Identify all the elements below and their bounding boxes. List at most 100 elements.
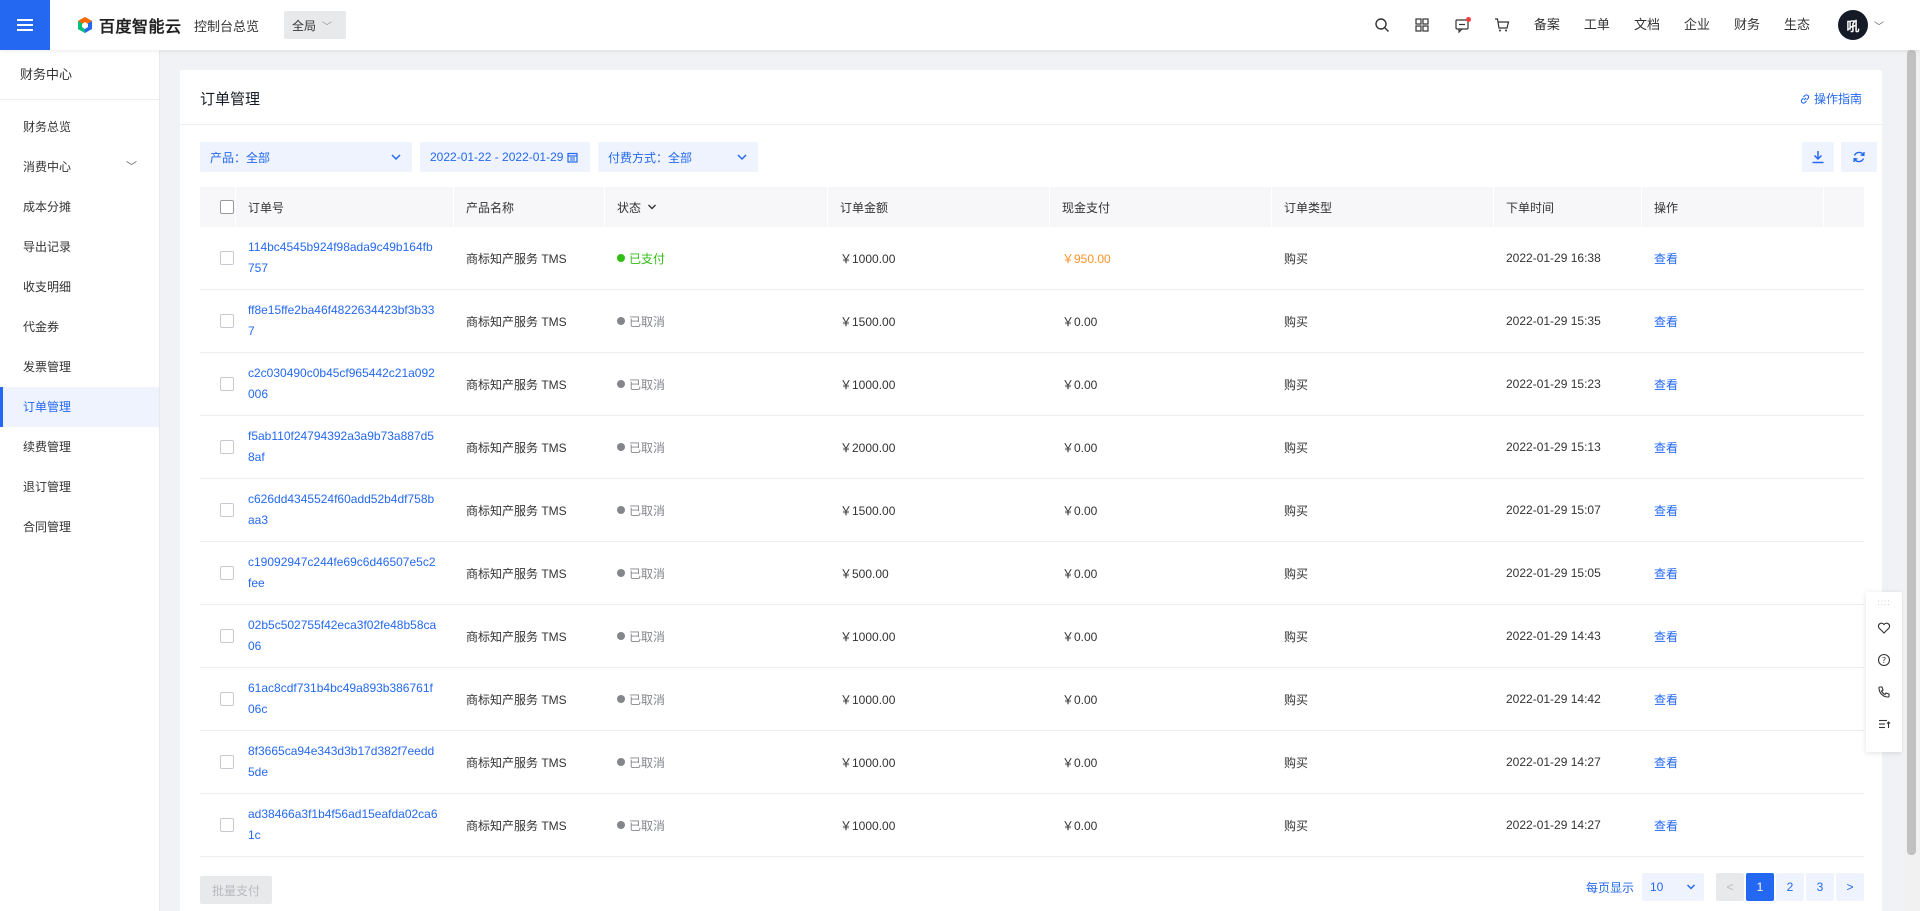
- status-text: 已取消: [629, 692, 666, 707]
- help-icon[interactable]: ?: [1866, 644, 1902, 676]
- order-id-link[interactable]: f5ab110f24794392a3a9b73a887d58af: [248, 426, 438, 468]
- row-checkbox[interactable]: [220, 314, 234, 328]
- view-link[interactable]: 查看: [1654, 628, 1678, 645]
- order-id-link[interactable]: 61ac8cdf731b4bc49a893b386761f06c: [248, 678, 438, 720]
- status-badge: 已取消: [617, 313, 665, 330]
- col-status[interactable]: 状态: [605, 187, 828, 227]
- product-filter[interactable]: 产品：全部: [200, 142, 412, 172]
- favorite-icon[interactable]: [1866, 612, 1902, 644]
- status-cell: 已取消: [605, 290, 828, 352]
- row-select-cell: [200, 668, 236, 730]
- row-checkbox[interactable]: [220, 251, 234, 265]
- page-button-3[interactable]: 3: [1806, 873, 1834, 901]
- sidebar-item-vouchers[interactable]: 代金券: [0, 307, 159, 347]
- list-collapse-icon[interactable]: [1866, 708, 1902, 740]
- order-id-link[interactable]: c2c030490c0b45cf965442c21a092006: [248, 363, 438, 405]
- chevron-down-icon[interactable]: ﹀: [1874, 18, 1884, 33]
- nav-ticket[interactable]: 工单: [1572, 0, 1622, 50]
- status-dot: [617, 254, 625, 262]
- nav-ecosystem[interactable]: 生态: [1772, 0, 1822, 50]
- sidebar-item-overview[interactable]: 财务总览: [0, 107, 159, 147]
- row-checkbox[interactable]: [220, 440, 234, 454]
- page-button-1[interactable]: 1: [1746, 873, 1774, 901]
- sidebar-item-label: 收支明细: [23, 280, 72, 294]
- nav-enterprise[interactable]: 企业: [1672, 0, 1722, 50]
- chevron-down-icon: ﹀: [322, 21, 333, 33]
- guide-link[interactable]: 操作指南: [1799, 90, 1862, 107]
- sidebar-item-transactions[interactable]: 收支明细: [0, 267, 159, 307]
- pay-method-filter[interactable]: 付费方式：全部: [598, 142, 758, 172]
- status-filter[interactable]: 状态: [617, 199, 657, 216]
- view-link[interactable]: 查看: [1654, 817, 1678, 834]
- row-checkbox[interactable]: [220, 566, 234, 580]
- next-page-button[interactable]: >: [1836, 873, 1864, 901]
- sidebar-item-consumption[interactable]: 消费中心 ﹀: [0, 147, 159, 187]
- order-id-link[interactable]: c19092947c244fe69c6d46507e5c2fee: [248, 552, 438, 594]
- sidebar-item-contracts[interactable]: 合同管理: [0, 507, 159, 547]
- date-range-picker[interactable]: 2022-01-22 - 2022-01-29: [420, 142, 590, 172]
- row-checkbox[interactable]: [220, 629, 234, 643]
- table-row: c626dd4345524f60add52b4df758baa3 商标知产服务 T…: [200, 479, 1864, 542]
- sidebar-item-unsubscribe[interactable]: 退订管理: [0, 467, 159, 507]
- time-cell: 2022-01-29 15:07: [1506, 503, 1601, 517]
- apps-grid-icon[interactable]: [1402, 0, 1442, 50]
- table-row: c2c030490c0b45cf965442c21a092006 商标知产服务 T…: [200, 353, 1864, 416]
- row-checkbox[interactable]: [220, 818, 234, 832]
- row-checkbox[interactable]: [220, 503, 234, 517]
- nav-beian[interactable]: 备案: [1522, 0, 1572, 50]
- brand-logo[interactable]: 百度智能云: [76, 15, 182, 36]
- per-page-select[interactable]: 10: [1642, 873, 1704, 901]
- order-id-link[interactable]: c626dd4345524f60add52b4df758baa3: [248, 489, 438, 531]
- message-icon[interactable]: [1442, 0, 1482, 50]
- view-link[interactable]: 查看: [1654, 754, 1678, 771]
- view-link[interactable]: 查看: [1654, 250, 1678, 267]
- row-select-cell: [200, 794, 236, 856]
- order-id-link[interactable]: ff8e15ffe2ba46f4822634423bf3b337: [248, 300, 438, 342]
- hamburger-icon: [17, 19, 33, 31]
- user-avatar[interactable]: 吼: [1838, 10, 1868, 40]
- product-cell: 商标知产服务 TMS: [466, 251, 567, 266]
- view-link[interactable]: 查看: [1654, 565, 1678, 582]
- select-all-checkbox[interactable]: [220, 200, 234, 214]
- op-cell: 查看: [1642, 290, 1824, 352]
- order-id-link[interactable]: ad38466a3f1b4f56ad15eafda02ca61c: [248, 804, 438, 846]
- download-button[interactable]: [1802, 142, 1834, 172]
- sidebar-item-export-records[interactable]: 导出记录: [0, 227, 159, 267]
- status-text: 已取消: [629, 314, 666, 329]
- order-id-cell: ff8e15ffe2ba46f4822634423bf3b337: [236, 290, 454, 352]
- sidebar-item-renewals[interactable]: 续费管理: [0, 427, 159, 467]
- drag-handle-icon[interactable]: ::::: [1866, 592, 1902, 612]
- order-id-link[interactable]: 114bc4545b924f98ada9c49b164fb757: [248, 237, 438, 279]
- scrollbar-thumb[interactable]: [1907, 50, 1916, 855]
- refresh-button[interactable]: [1841, 142, 1877, 172]
- sidebar-item-cost-allocation[interactable]: 成本分摊: [0, 187, 159, 227]
- view-link[interactable]: 查看: [1654, 313, 1678, 330]
- page-button-2[interactable]: 2: [1776, 873, 1804, 901]
- prev-page-button[interactable]: <: [1716, 873, 1744, 901]
- order-id-link[interactable]: 8f3665ca94e343d3b17d382f7eedd5de: [248, 741, 438, 783]
- page-scrollbar[interactable]: [1903, 0, 1920, 911]
- menu-button[interactable]: [0, 0, 50, 50]
- batch-pay-button[interactable]: 批量支付: [200, 876, 272, 904]
- nav-docs[interactable]: 文档: [1622, 0, 1672, 50]
- sidebar-item-orders[interactable]: 订单管理: [0, 387, 159, 427]
- view-link[interactable]: 查看: [1654, 691, 1678, 708]
- sidebar-item-invoices[interactable]: 发票管理: [0, 347, 159, 387]
- row-checkbox[interactable]: [220, 377, 234, 391]
- row-checkbox[interactable]: [220, 755, 234, 769]
- phone-icon[interactable]: [1866, 676, 1902, 708]
- view-link[interactable]: 查看: [1654, 439, 1678, 456]
- status-badge: 已取消: [617, 628, 665, 645]
- row-checkbox[interactable]: [220, 692, 234, 706]
- status-dot: [617, 695, 625, 703]
- region-select[interactable]: 全局 ﹀: [284, 11, 346, 39]
- order-id-link[interactable]: 02b5c502755f42eca3f02fe48b58ca06: [248, 615, 438, 657]
- status-dot: [617, 443, 625, 451]
- nav-finance[interactable]: 财务: [1722, 0, 1772, 50]
- status-cell: 已取消: [605, 479, 828, 541]
- console-overview-link[interactable]: 控制台总览: [194, 16, 259, 35]
- view-link[interactable]: 查看: [1654, 502, 1678, 519]
- view-link[interactable]: 查看: [1654, 376, 1678, 393]
- cart-icon[interactable]: [1482, 0, 1522, 50]
- search-icon[interactable]: [1362, 0, 1402, 50]
